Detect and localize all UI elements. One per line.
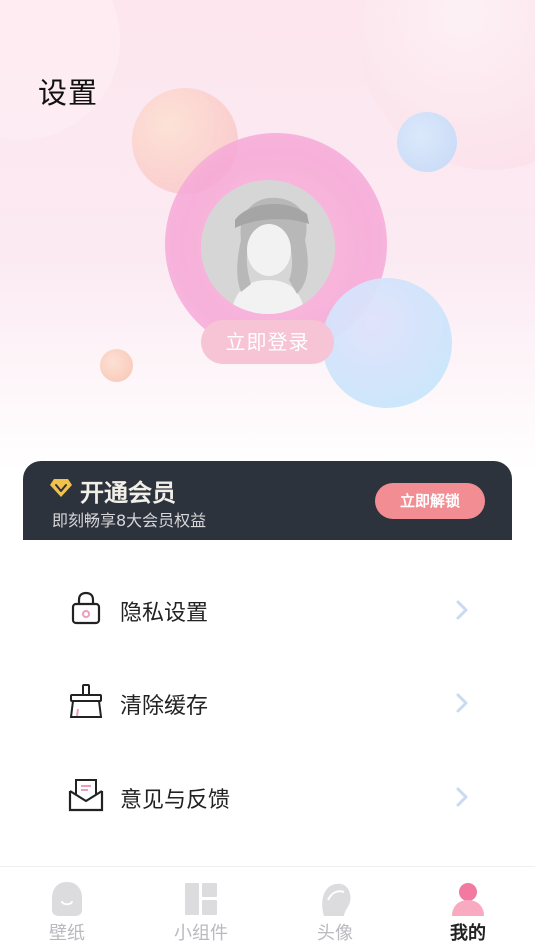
avatar[interactable]: [201, 180, 335, 314]
menu-item-feedback[interactable]: 意见与反馈: [0, 757, 535, 837]
menu-item-label: 清除缓存: [120, 694, 209, 719]
decor-bubble: [100, 349, 133, 382]
header-background: 设置 立即登录: [0, 0, 535, 470]
menu-item-clear-cache[interactable]: 清除缓存: [0, 663, 535, 743]
wallpaper-icon: [52, 882, 82, 916]
decor-bubble: [322, 278, 452, 408]
decor-bubble: [397, 112, 457, 172]
tab-label: 我的: [450, 923, 486, 944]
widget-icon: [185, 883, 217, 915]
tab-label: 壁纸: [49, 923, 85, 944]
unlock-button[interactable]: 立即解锁: [375, 483, 485, 519]
mail-icon: [68, 779, 104, 812]
vip-subtitle: 即刻畅享8大会员权益: [52, 511, 207, 530]
profile-icon: [452, 883, 484, 916]
bottom-tab-bar: 壁纸 小组件 头像 我的: [0, 866, 535, 952]
avatar-head-icon: [322, 883, 351, 916]
tab-widget[interactable]: 小组件: [134, 867, 268, 952]
tab-label: 小组件: [174, 923, 228, 944]
tab-mine[interactable]: 我的: [401, 867, 535, 952]
lock-icon: [71, 591, 101, 625]
chevron-right-icon: [456, 787, 468, 807]
tab-avatar[interactable]: 头像: [268, 867, 402, 952]
vip-title: 开通会员: [80, 479, 176, 507]
diamond-icon: [50, 479, 72, 497]
tab-wallpaper[interactable]: 壁纸: [0, 867, 134, 952]
menu-item-label: 隐私设置: [120, 601, 209, 626]
login-button[interactable]: 立即登录: [201, 320, 334, 364]
chevron-right-icon: [456, 600, 468, 620]
chevron-right-icon: [456, 693, 468, 713]
default-avatar-icon: [201, 180, 335, 314]
vip-banner[interactable]: 开通会员 即刻畅享8大会员权益 立即解锁: [23, 461, 512, 540]
tab-label: 头像: [317, 923, 353, 944]
page-title: 设置: [38, 76, 99, 110]
menu-item-label: 意见与反馈: [120, 788, 231, 813]
menu-item-privacy[interactable]: 隐私设置: [0, 570, 535, 650]
broom-icon: [69, 684, 103, 718]
